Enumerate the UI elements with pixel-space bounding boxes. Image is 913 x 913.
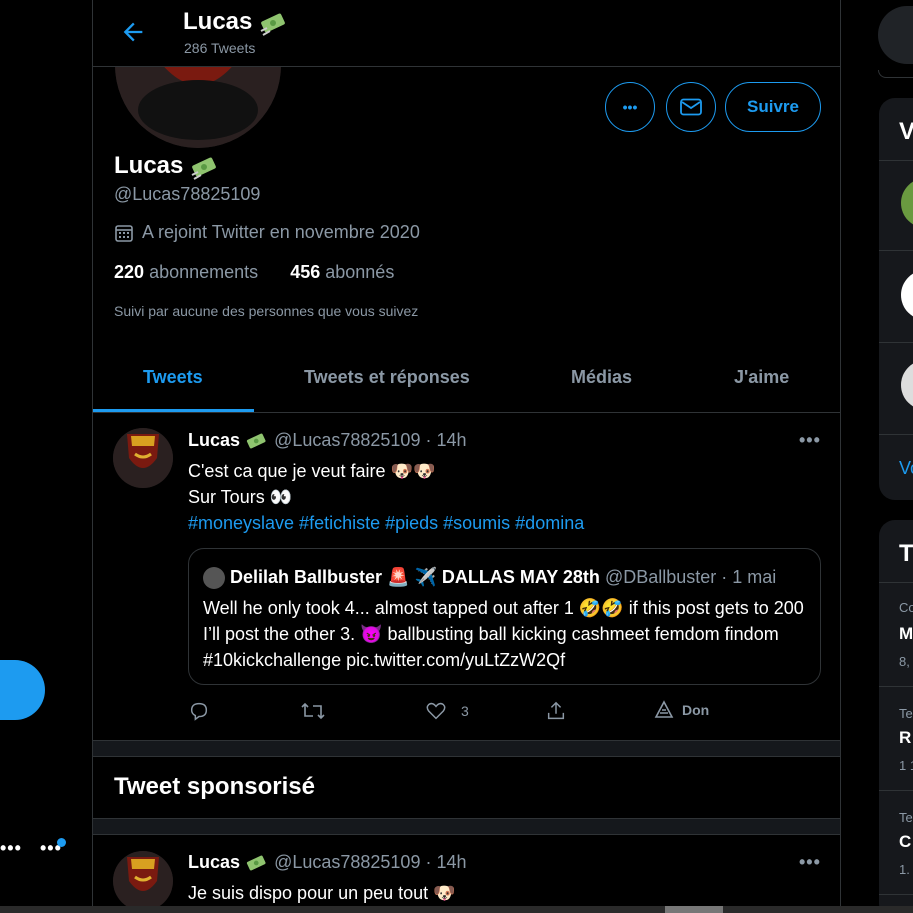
left-nav: ••• ••• [0,0,92,913]
joined-date: A rejoint Twitter en novembre 2020 [114,222,420,243]
scrollbar-thumb[interactable] [665,906,723,913]
tweet-button[interactable] [0,660,45,720]
quoted-tweet-header: Delilah Ballbuster 🚨 ✈️ DALLAS MAY 28th … [203,567,776,590]
quoted-avatar [203,567,225,590]
account-more-button[interactable]: ••• [0,838,22,859]
tweet-header: Lucas @Lucas78825109 · 14h [188,852,466,874]
retweet-button[interactable] [300,700,326,722]
tweet-count: 286 Tweets [184,40,256,56]
reply-button[interactable] [188,700,210,722]
suggested-avatar[interactable] [901,178,913,228]
suggested-avatar[interactable] [901,360,913,410]
quoted-tweet[interactable]: Delilah Ballbuster 🚨 ✈️ DALLAS MAY 28th … [188,548,821,685]
tweet-more-button[interactable]: ••• [799,852,821,873]
back-arrow-icon[interactable] [119,18,147,46]
profile-header: Lucas 286 Tweets [93,0,840,67]
like-button[interactable]: 3 [425,700,469,722]
retweet-icon [301,702,325,720]
separator [93,740,840,757]
donate-icon [654,700,674,718]
suggested-avatar[interactable] [901,270,913,320]
who-to-follow-panel: V Vo [879,98,913,500]
profile-tabs: Tweets Tweets et réponses Médias J'aime [93,343,840,413]
tweet-more-button[interactable]: ••• [799,430,821,451]
separator [93,818,840,835]
following-link[interactable]: 220 abonnements [114,262,258,282]
profile-handle: @Lucas78825109 [114,184,261,204]
tweet-avatar[interactable] [113,428,173,488]
notification-dot [57,838,66,847]
share-icon [547,701,565,720]
tweet-text: Je suis dispo pour un peu tout 🐶 [188,883,456,903]
like-count: 3 [461,703,469,719]
active-tab-indicator [93,409,254,412]
header-title: Lucas [183,8,289,37]
followed-by-text: Suivi par aucune des personnes que vous … [114,303,419,319]
search-input[interactable] [878,6,913,64]
money-wings-emoji-icon [246,433,266,449]
tweet-header: Lucas @Lucas78825109 · 14h [188,430,466,452]
profile-name: Lucas [114,152,220,181]
more-options-button[interactable]: ••• [605,82,655,132]
show-more-link[interactable]: Vo [899,458,913,479]
tab-media[interactable]: Médias [571,367,632,388]
tab-tweets[interactable]: Tweets [143,367,203,388]
money-wings-emoji-icon [260,13,285,36]
donate-button[interactable]: Don [654,700,709,720]
message-button[interactable] [666,82,716,132]
trend-title[interactable]: M [899,624,913,644]
tweet-avatar[interactable] [113,851,173,911]
money-wings-emoji-icon [246,855,266,871]
tweet-actions: 3 Don [188,700,788,728]
follow-stats: 220 abonnements 456 abonnés [114,262,394,283]
trend-title[interactable]: C [899,832,911,852]
right-sidebar: V Vo T Co M 8, Te R 1 1 Te C 1. [841,0,913,913]
tweet-text: C'est ca que je veut faire 🐶🐶 Sur Tours … [188,458,584,536]
main-column: Lucas 286 Tweets ••• Suivre Lucas @Lucas… [92,0,841,913]
search-divider [878,70,913,78]
follow-button[interactable]: Suivre [725,82,821,132]
heart-icon [426,702,446,720]
tab-likes[interactable]: J'aime [734,367,789,388]
tab-tweets-and-replies[interactable]: Tweets et réponses [304,367,470,388]
calendar-icon [115,224,133,242]
money-wings-emoji-icon [191,157,216,180]
tweet-hashtags[interactable]: #moneyslave #fetichiste #pieds #soumis #… [188,510,584,536]
horizontal-scrollbar[interactable] [0,906,913,913]
followers-link[interactable]: 456 abonnés [290,262,394,282]
envelope-icon [680,98,702,116]
sponsored-section-title: Tweet sponsorisé [114,773,315,800]
reply-icon [190,702,208,721]
trends-panel: T Co M 8, Te R 1 1 Te C 1. [879,520,913,913]
panel-title: V [899,118,913,145]
panel-title: T [899,540,913,567]
trend-title[interactable]: R [899,728,911,748]
share-button[interactable] [545,700,567,722]
quoted-tweet-text: Well he only took 4... almost tapped out… [203,598,804,670]
